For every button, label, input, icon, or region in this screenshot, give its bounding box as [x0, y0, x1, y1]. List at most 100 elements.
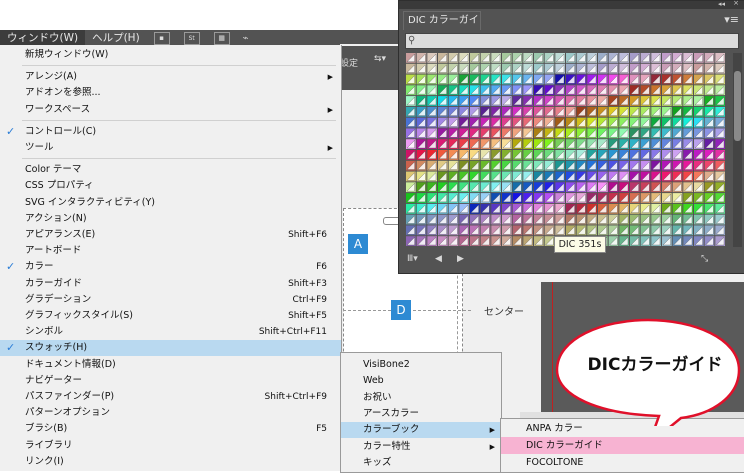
colorbook-item-label: FOCOLTONE	[526, 457, 584, 468]
menu-item[interactable]: ワークスペース ▶	[0, 102, 341, 118]
submenu-arrow-icon: ▶	[327, 144, 333, 152]
menu-item[interactable]: ✓ スウォッチ(H)	[0, 340, 341, 357]
menu-item[interactable]: アレンジ(A) ▶	[0, 69, 341, 85]
submenu-item[interactable]: カラー特性 ▶	[341, 439, 501, 455]
menu-item-label: CSS プロパティ	[25, 180, 94, 192]
menu-item[interactable]: パターンオプション	[0, 405, 341, 421]
submenu-item-label: キッズ	[363, 456, 392, 468]
window-menu: 新規ウィンドウ(W) アレンジ(A) ▶ アドオンを参照... ワークスペース ▶ ✓ コント…	[0, 45, 342, 471]
menu-item-label: ナビゲーター	[25, 374, 83, 386]
menu-item-label: グラフィックスタイル(S)	[25, 310, 133, 321]
menu-item[interactable]: カラーガイド Shift+F3	[0, 276, 341, 292]
menu-item-label: アクション(N)	[25, 212, 87, 224]
menu-item[interactable]: グラデーション Ctrl+F9	[0, 292, 341, 308]
menu-shortcut: F5	[316, 424, 327, 435]
menu-item[interactable]: ライブラリ	[0, 438, 341, 454]
menu-item-label: SVG インタラクティビティ(Y)	[25, 196, 155, 208]
colorbook-item[interactable]: DIC カラーガイド	[501, 437, 744, 454]
menu-shortcut: Shift+F5	[288, 311, 327, 321]
center-label: センター	[484, 307, 524, 318]
menu-separator	[22, 65, 336, 67]
scrollbar[interactable]	[733, 53, 742, 247]
swatch-library-submenu: VisiBone2 Web お祝い アースカラー カラーブック ▶ カラー特性 ▶ キッズ	[340, 352, 502, 473]
colorbook-submenu: ANPA カラー DIC カラーガイド FOCOLTONE	[500, 418, 744, 473]
menu-item-label: ワークスペース	[25, 103, 91, 115]
submenu-item[interactable]: VisiBone2	[341, 357, 501, 373]
menu-item-label: パターンオプション	[25, 407, 111, 419]
colorbook-item-label: DIC カラーガイド	[526, 440, 603, 451]
check-icon: ✓	[6, 124, 16, 138]
submenu-item[interactable]: カラーブック ▶	[341, 422, 501, 439]
bridge-icon[interactable]: ▪	[153, 32, 170, 45]
library-menu-icon[interactable]: Ⅲ▾	[407, 254, 418, 264]
menu-item[interactable]: シンボル Shift+Ctrl+F11	[0, 324, 341, 340]
submenu-arrow-icon: ▶	[489, 442, 495, 451]
menu-item[interactable]: アクション(N)	[0, 211, 341, 227]
menu-item-label: カラー	[25, 261, 54, 273]
layout-icon[interactable]: ▦	[213, 32, 230, 45]
submenu-item[interactable]: Web	[341, 373, 501, 389]
menu-item[interactable]: CSS プロパティ	[0, 178, 341, 194]
panel-search-input[interactable]: ⚲	[405, 33, 739, 49]
menu-separator	[22, 119, 336, 121]
menu-item-label: アレンジ(A)	[25, 71, 77, 83]
prev-library-icon[interactable]: ◀	[435, 254, 442, 264]
menu-shortcut: F6	[316, 262, 327, 273]
menu-shortcut: Shift+F3	[288, 278, 327, 289]
menu-item[interactable]: アートボード	[0, 243, 341, 259]
menu-item[interactable]: ナビゲーター	[0, 373, 341, 389]
menu-item-label: ドキュメント情報(D)	[25, 358, 116, 370]
close-icon[interactable]: ×	[733, 0, 739, 7]
menu-item-label: アドオンを参照...	[25, 87, 101, 99]
menu-item-label: アートボード	[25, 245, 82, 257]
menu-item-label: 新規ウィンドウ(W)	[25, 49, 109, 60]
menu-item[interactable]: グラフィックスタイル(S) Shift+F5	[0, 308, 341, 324]
search-icon: ⚲	[408, 35, 416, 46]
setting-label[interactable]: 設定	[340, 56, 358, 69]
arrange-icon[interactable]: ⇆▾	[374, 54, 386, 64]
submenu-item[interactable]: キッズ	[341, 455, 501, 471]
menu-item-label: グラデーション	[25, 293, 92, 305]
scrollbar-thumb[interactable]	[734, 71, 741, 141]
menu-item[interactable]: SVG インタラクティビティ(Y)	[0, 195, 341, 211]
expand-icon[interactable]: ⤡	[701, 254, 708, 264]
menu-item[interactable]: ✓ コントロール(C)	[0, 124, 341, 140]
tab-dic-color-guide[interactable]: DIC カラーガイド	[403, 11, 481, 44]
submenu-item-label: Web	[363, 375, 384, 387]
colorbook-item[interactable]: FOCOLTONE	[501, 454, 744, 471]
next-library-icon[interactable]: ▶	[457, 254, 464, 264]
panel-menu-icon[interactable]: ▾≡	[724, 13, 739, 26]
gpu-icon[interactable]: ⌁	[243, 33, 249, 44]
callout-text: DICカラーガイド	[587, 355, 723, 375]
submenu-item-label: カラーブック	[363, 424, 420, 436]
menu-item-label: ブラシ(B)	[25, 423, 68, 435]
collapse-icon[interactable]: ◂◂	[718, 0, 725, 8]
menu-item-label: Color テーマ	[25, 164, 82, 176]
panel-titlebar[interactable]: ◂◂ ×	[399, 0, 744, 9]
menu-item[interactable]: Color テーマ	[0, 162, 341, 178]
menu-item[interactable]: アピアランス(E) Shift+F6	[0, 227, 341, 243]
menu-shortcut: Shift+Ctrl+F11	[258, 327, 327, 338]
menu-item[interactable]: ドキュメント情報(D)	[0, 357, 341, 373]
submenu-arrow-icon: ▶	[327, 73, 333, 82]
menu-item[interactable]: ✓ カラー F6	[0, 259, 341, 275]
menu-item[interactable]: ツール ▶	[0, 140, 341, 156]
menu-item[interactable]: 新規ウィンドウ(W)	[0, 47, 341, 63]
menu-item[interactable]: パスファインダー(P) Shift+Ctrl+F9	[0, 389, 341, 405]
menu-item[interactable]: リンク(I)	[0, 454, 341, 470]
submenu-item[interactable]: アースカラー	[341, 406, 501, 422]
menu-item[interactable]: ブラシ(B) F5	[0, 421, 341, 437]
submenu-item-label: お祝い	[363, 391, 392, 403]
check-icon: ✓	[6, 260, 16, 274]
menu-shortcut: Ctrl+F9	[292, 294, 327, 305]
menu-item[interactable]: アドオンを参照...	[0, 85, 341, 101]
submenu-arrow-icon: ▶	[327, 105, 333, 114]
swatch-tooltip: DIC 351s	[554, 236, 606, 253]
submenu-item-label: アースカラー	[363, 407, 419, 419]
menu-item-label: アピアランス(E)	[25, 229, 96, 240]
menu-item-label: カラーガイド	[25, 277, 83, 289]
submenu-item[interactable]: お祝い	[341, 390, 501, 406]
swatch-grid[interactable]	[406, 53, 726, 247]
menu-item-label: スウォッチ(H)	[25, 342, 88, 354]
stock-icon[interactable]: St	[183, 32, 200, 45]
